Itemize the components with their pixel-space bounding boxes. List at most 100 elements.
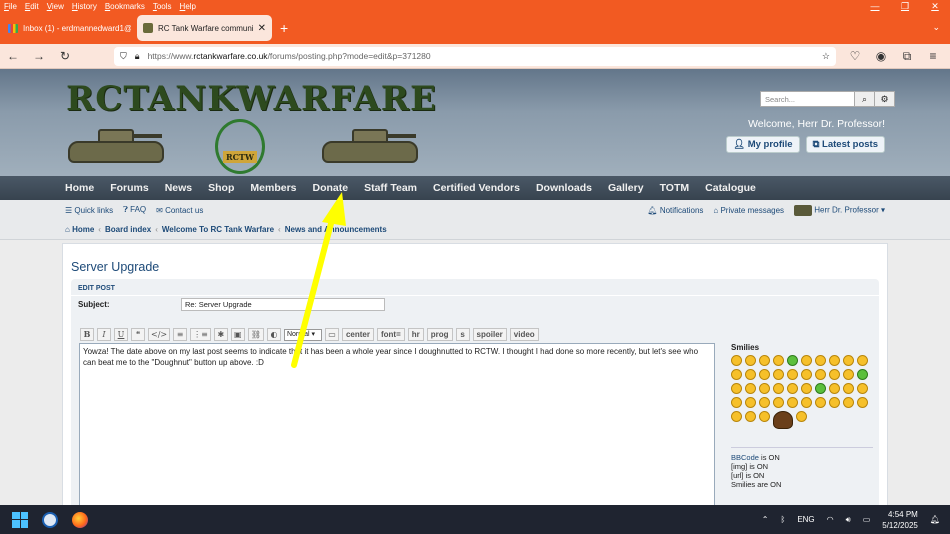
- nav-members[interactable]: Members: [242, 182, 304, 194]
- image-icon[interactable]: ▣: [230, 328, 245, 341]
- nav-forums[interactable]: Forums: [102, 182, 157, 194]
- smiley-icon[interactable]: [731, 355, 742, 366]
- pocket-icon[interactable]: ♡: [848, 49, 862, 64]
- smiley-icon[interactable]: [787, 355, 798, 366]
- smiley-icon[interactable]: [843, 397, 854, 408]
- volume-icon[interactable]: 🔊︎: [846, 515, 851, 525]
- message-textarea[interactable]: Yowza! The date above on my last post se…: [79, 343, 715, 505]
- smiley-icon[interactable]: [829, 355, 840, 366]
- smiley-icon[interactable]: [801, 369, 812, 380]
- smiley-icon[interactable]: [829, 397, 840, 408]
- color-icon[interactable]: ◐: [266, 328, 281, 341]
- smiley-icon[interactable]: [773, 355, 784, 366]
- reload-icon[interactable]: ↻: [58, 49, 72, 63]
- advanced-search-gear-icon[interactable]: ⚙: [875, 91, 895, 107]
- monitor-icon[interactable]: ▭: [324, 328, 339, 341]
- latest-posts-button[interactable]: ⧉ Latest posts: [805, 136, 885, 153]
- smiley-icon[interactable]: [787, 397, 798, 408]
- bookmark-star-icon[interactable]: ☆: [822, 51, 830, 62]
- smiley-icon[interactable]: [731, 411, 742, 422]
- list-icon[interactable]: ≡: [173, 328, 188, 341]
- smiley-icon[interactable]: [815, 369, 826, 380]
- menu-file[interactable]: File: [4, 2, 17, 11]
- minimize-button[interactable]: —: [860, 0, 890, 12]
- italic-button[interactable]: I: [97, 328, 111, 341]
- chevron-up-icon[interactable]: ⌃: [762, 515, 769, 524]
- smiley-icon[interactable]: [857, 397, 868, 408]
- smiley-icon[interactable]: [787, 383, 798, 394]
- new-tab-button[interactable]: +: [280, 20, 288, 36]
- smiley-icon[interactable]: [829, 383, 840, 394]
- smiley-icon[interactable]: [796, 411, 807, 422]
- url-text[interactable]: https://www.rctankwarfare.co.uk/forums/p…: [148, 51, 814, 61]
- search-icon[interactable]: ⌕: [855, 91, 875, 107]
- nav-downloads[interactable]: Downloads: [528, 182, 600, 194]
- smiley-icon[interactable]: [745, 383, 756, 394]
- smiley-icon[interactable]: [801, 355, 812, 366]
- smiley-icon[interactable]: [745, 397, 756, 408]
- breadcrumb-board-index[interactable]: Board index: [105, 225, 151, 234]
- quote-icon[interactable]: ❝: [131, 328, 145, 341]
- breadcrumb-news[interactable]: News and Announcements: [285, 225, 387, 234]
- strike-button[interactable]: s: [455, 328, 470, 341]
- my-profile-button[interactable]: 👤︎ My profile: [726, 136, 800, 153]
- prog-button[interactable]: prog: [426, 328, 453, 341]
- bluetooth-icon[interactable]: ᛒ: [781, 515, 786, 524]
- nav-donate[interactable]: Donate: [305, 182, 357, 194]
- nav-totm[interactable]: TOTM: [652, 182, 698, 194]
- windows-start-icon[interactable]: [12, 511, 28, 528]
- back-arrow-icon[interactable]: ←: [6, 49, 20, 63]
- smiley-icon[interactable]: [815, 355, 826, 366]
- breadcrumb-home[interactable]: ⌂ Home: [65, 225, 94, 234]
- smiley-icon[interactable]: [801, 383, 812, 394]
- smiley-icon[interactable]: [857, 369, 868, 380]
- smiley-icon[interactable]: [773, 383, 784, 394]
- bbcode-link[interactable]: BBCode: [731, 453, 759, 462]
- maximize-button[interactable]: ❐: [890, 0, 920, 12]
- smiley-icon[interactable]: [857, 355, 868, 366]
- nav-news[interactable]: News: [157, 182, 200, 194]
- nav-staff-team[interactable]: Staff Team: [356, 182, 425, 194]
- extensions-icon[interactable]: ⧉: [900, 49, 914, 64]
- forward-arrow-icon[interactable]: →: [32, 49, 46, 63]
- menu-help[interactable]: Help: [180, 2, 196, 11]
- nav-gallery[interactable]: Gallery: [600, 182, 652, 194]
- smiley-icon[interactable]: [759, 369, 770, 380]
- smiley-icon[interactable]: [731, 397, 742, 408]
- hr-button[interactable]: hr: [407, 328, 424, 341]
- smiley-icon[interactable]: [829, 369, 840, 380]
- nav-shop[interactable]: Shop: [200, 182, 242, 194]
- smiley-icon[interactable]: [731, 369, 742, 380]
- shield-icon[interactable]: ⛉: [120, 51, 127, 62]
- page-title[interactable]: Server Upgrade: [71, 260, 159, 274]
- smiley-icon[interactable]: [759, 383, 770, 394]
- search-input[interactable]: Search...: [760, 91, 855, 107]
- wifi-icon[interactable]: ◠: [827, 515, 834, 524]
- nav-home[interactable]: Home: [65, 182, 102, 194]
- smiley-icon[interactable]: [745, 369, 756, 380]
- close-window-button[interactable]: ✕: [920, 0, 950, 12]
- video-button[interactable]: video: [509, 328, 539, 341]
- smiley-icon[interactable]: [815, 397, 826, 408]
- subject-input[interactable]: Re: Server Upgrade: [181, 298, 385, 311]
- font-button[interactable]: font=: [376, 328, 405, 341]
- faq-link[interactable]: ❓︎ FAQ: [123, 205, 146, 215]
- smiley-icon[interactable]: [759, 411, 770, 422]
- font-size-select[interactable]: Normal ▾: [283, 328, 322, 341]
- smiley-icon[interactable]: [815, 383, 826, 394]
- user-menu[interactable]: Herr Dr. Professor ▾: [794, 204, 885, 216]
- smiley-icon[interactable]: [731, 383, 742, 394]
- smiley-icon[interactable]: [787, 369, 798, 380]
- menu-edit[interactable]: Edit: [25, 2, 39, 11]
- smiley-icon[interactable]: [745, 355, 756, 366]
- menu-tools[interactable]: Tools: [153, 2, 172, 11]
- menu-bookmarks[interactable]: Bookmarks: [105, 2, 145, 11]
- list-item-icon[interactable]: ✱: [213, 328, 228, 341]
- ordered-list-icon[interactable]: ⋮≡: [190, 328, 211, 341]
- code-icon[interactable]: </>: [148, 328, 171, 341]
- language-indicator[interactable]: ENG: [797, 515, 814, 524]
- nav-catalogue[interactable]: Catalogue: [697, 182, 764, 194]
- url-bar[interactable]: ⛉ 🔒︎ https://www.rctankwarfare.co.uk/for…: [114, 46, 836, 66]
- smiley-icon[interactable]: [759, 397, 770, 408]
- private-messages-link[interactable]: ⌂ Private messages: [713, 206, 784, 215]
